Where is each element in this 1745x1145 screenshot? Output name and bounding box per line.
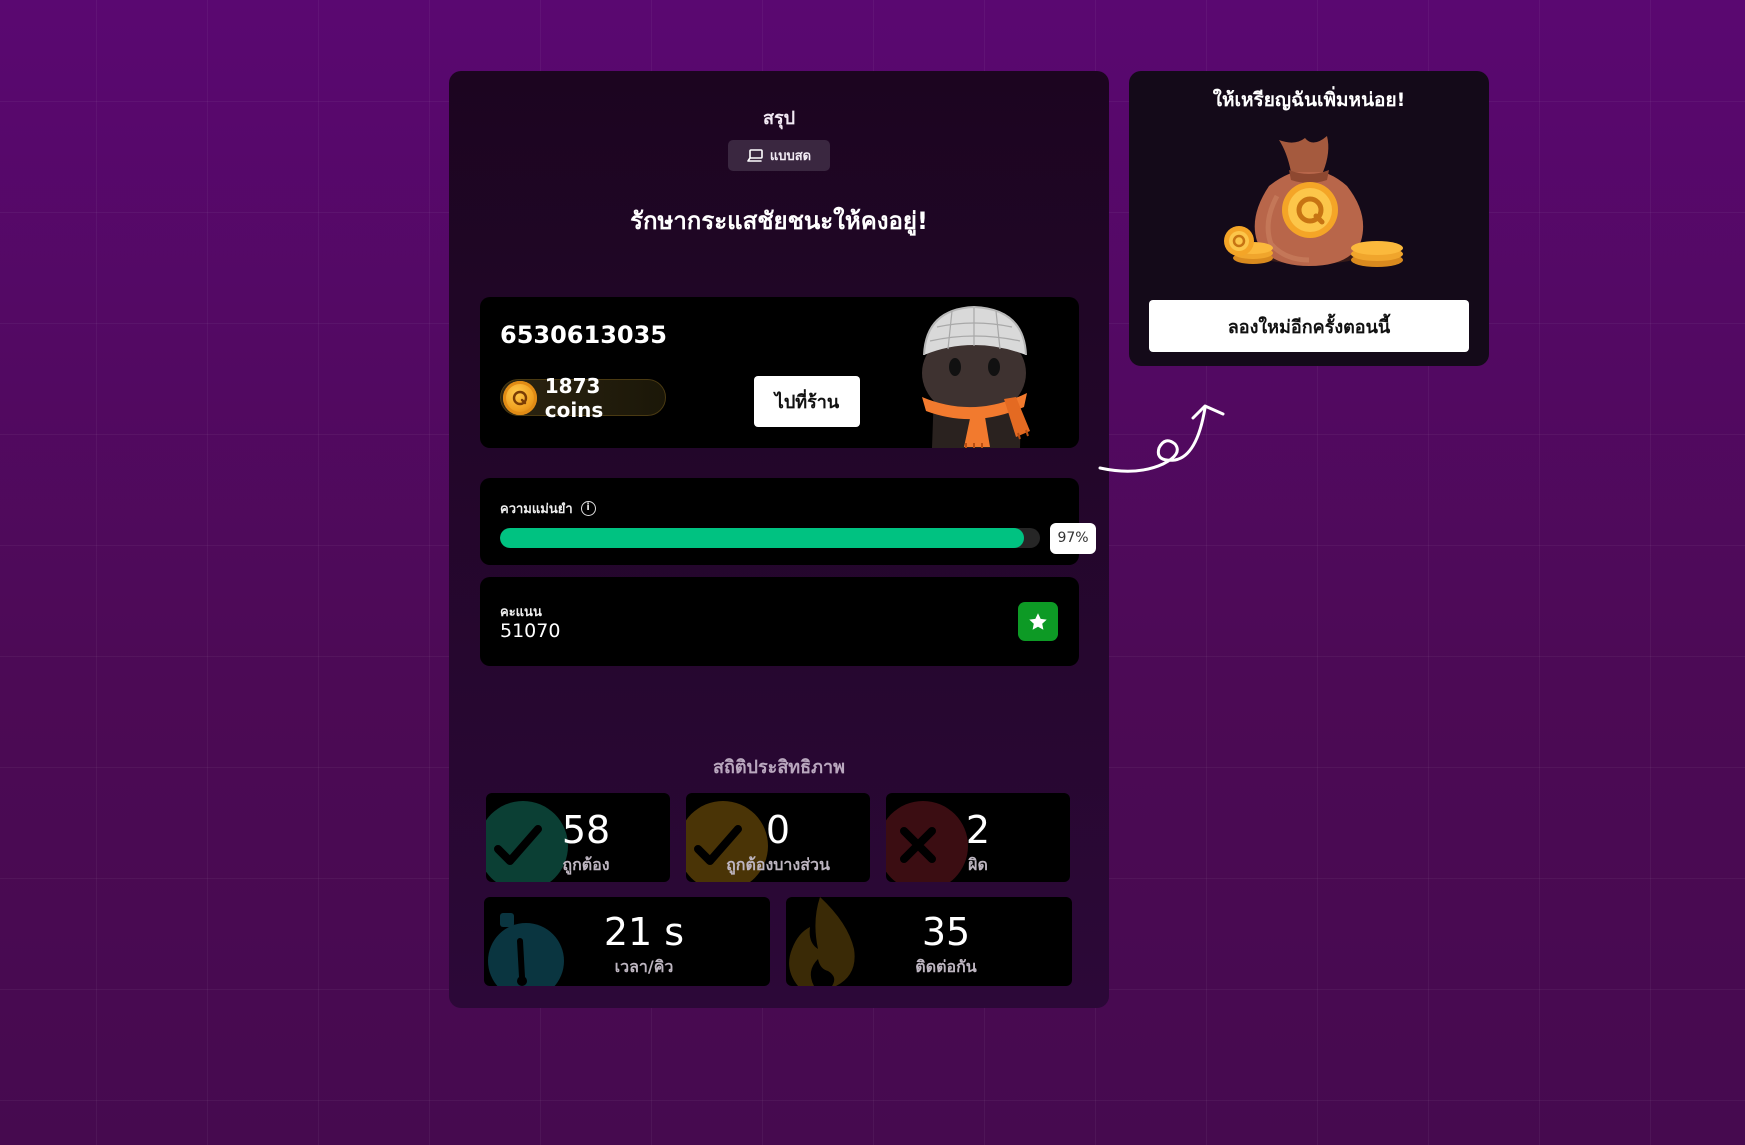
money-bag-icon (1224, 136, 1403, 267)
accuracy-label-row: ความแม่นยำ i (500, 498, 596, 519)
correct-label: ถูกต้อง (562, 855, 610, 874)
mode-badge-label: แบบสด (769, 149, 812, 164)
stat-streak: 35 ติดต่อกัน (786, 897, 1072, 986)
partially-correct-label: ถูกต้องบางส่วน (726, 855, 830, 874)
score-card: คะแนน 51070 (480, 577, 1079, 666)
streak-label: ติดต่อกัน (915, 957, 977, 976)
live-mode-icon (747, 148, 763, 162)
partially-correct-count: 0 (765, 808, 791, 852)
streak-value: 35 (921, 910, 971, 954)
accuracy-card: ความแม่นยำ i 97% (480, 478, 1096, 565)
promo-title: ให้เหรียญฉันเพิ่มหน่อย! (1212, 89, 1406, 111)
time-per-question-value: 21 s (603, 910, 685, 954)
stat-correct: 58 ถูกต้อง (486, 793, 670, 882)
accuracy-progress-bar (500, 528, 1040, 548)
username: 6530613035 (500, 321, 667, 349)
time-per-question-label: เวลา/คิว (614, 957, 674, 976)
promo-card: ให้เหรียญฉันเพิ่มหน่อย! ลองใหม่อีกครั้งต… (1129, 71, 1489, 366)
summary-title: สรุป (762, 108, 796, 129)
wrong-label: ผิด (968, 855, 988, 874)
score-label: คะแนน (500, 605, 542, 620)
score-value: 51070 (500, 620, 561, 642)
stopwatch-icon (488, 913, 564, 986)
mode-badge: แบบสด (728, 140, 830, 171)
streak-heading: รักษากระแสชัยชนะให้คงอยู่! (630, 207, 928, 235)
retry-now-button[interactable]: ลองใหม่อีกครั้งตอนนี้ (1149, 300, 1469, 352)
stat-time-per-question: 21 s เวลา/คิว (484, 897, 770, 986)
coins-text: 1873 coins (544, 373, 604, 422)
avatar (922, 305, 1030, 448)
fire-icon (789, 897, 855, 986)
correct-count: 58 (561, 808, 611, 852)
user-card: 6530613035 1873 coins ไปที่ร้าน (480, 297, 1079, 448)
curly-arrow-doodle (1098, 404, 1225, 473)
go-to-shop-button[interactable]: ไปที่ร้าน (754, 376, 860, 427)
star-icon (1029, 612, 1047, 630)
coin-icon (503, 380, 537, 415)
summary-panel: สรุป แบบสด รักษากระแสชัยชนะให้คงอยู่! 65… (449, 71, 1109, 1008)
coins-balance: 1873 coins (500, 374, 666, 422)
stats-heading: สถิติประสิทธิภาพ (712, 757, 845, 778)
info-icon[interactable]: i (580, 501, 596, 516)
accuracy-progress-fill (500, 528, 1024, 548)
wrong-count: 2 (965, 808, 991, 852)
accuracy-percent: 97% (1050, 523, 1096, 554)
stat-wrong: 2 ผิด (886, 793, 1070, 882)
stat-partially-correct: 0 ถูกต้องบางส่วน (686, 793, 870, 882)
accuracy-label: ความแม่นยำ (500, 502, 573, 517)
star-badge (1018, 602, 1058, 641)
